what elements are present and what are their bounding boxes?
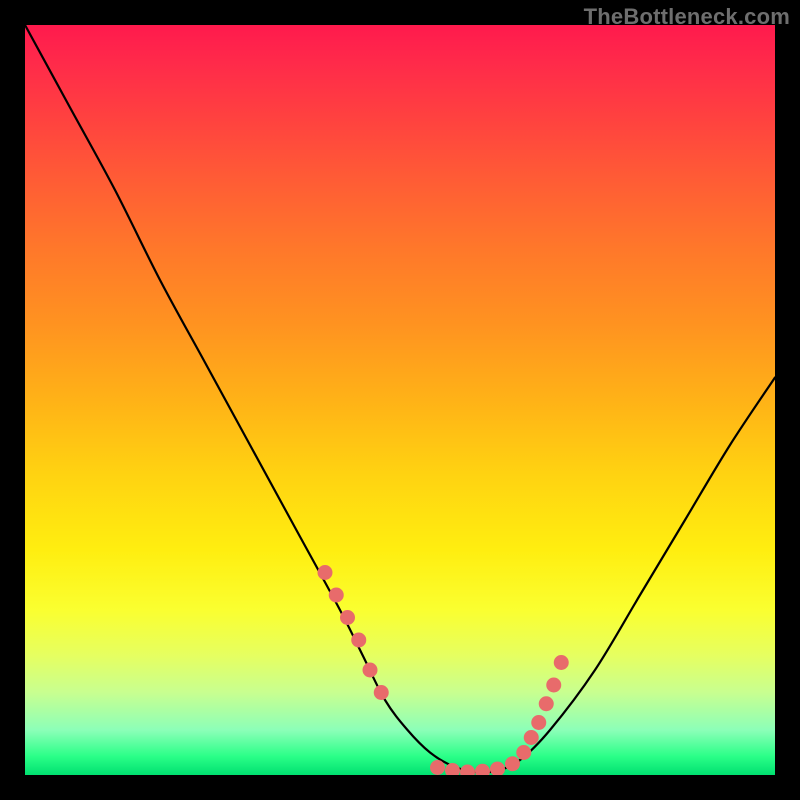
highlight-dot [363, 663, 378, 678]
chart-frame: TheBottleneck.com [0, 0, 800, 800]
highlight-dot [546, 678, 561, 693]
highlight-dot [490, 762, 505, 776]
highlight-dot [460, 765, 475, 776]
highlight-dot [329, 588, 344, 603]
highlight-dot [351, 633, 366, 648]
highlight-dot [318, 565, 333, 580]
highlight-dot [445, 763, 460, 775]
highlight-dot [554, 655, 569, 670]
bottleneck-curve [25, 25, 775, 772]
highlight-dot [505, 756, 520, 771]
plot-area [25, 25, 775, 775]
highlight-dot [430, 760, 445, 775]
curve-layer [25, 25, 775, 772]
highlight-dot [475, 764, 490, 775]
highlight-dot [340, 610, 355, 625]
chart-svg [25, 25, 775, 775]
highlight-dot [374, 685, 389, 700]
highlight-dot [539, 696, 554, 711]
highlight-dot [524, 730, 539, 745]
marker-layer [318, 565, 569, 775]
highlight-dot [531, 715, 546, 730]
highlight-dot [516, 745, 531, 760]
